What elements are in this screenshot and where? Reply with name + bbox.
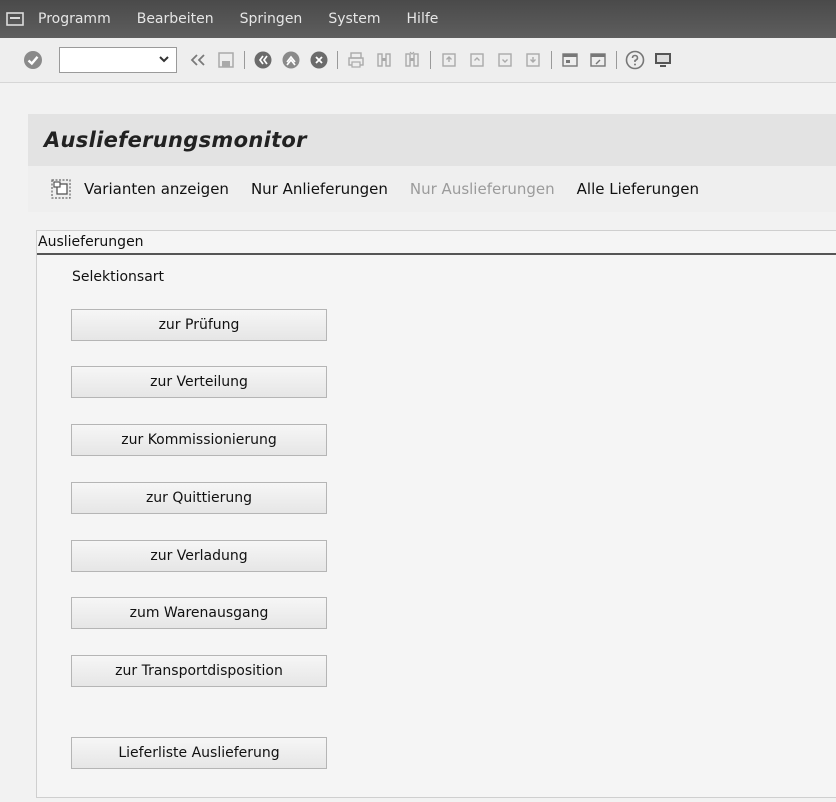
menu-bearbeiten[interactable]: Bearbeiten (137, 11, 214, 27)
zur-quittierung-button[interactable]: zur Quittierung (71, 482, 327, 514)
print-icon[interactable] (345, 49, 367, 71)
nur-anlieferungen-button[interactable]: Nur Anlieferungen (251, 180, 388, 198)
next-page-icon[interactable] (494, 49, 516, 71)
menu-hilfe[interactable]: Hilfe (407, 11, 439, 27)
enter-check-icon[interactable] (22, 49, 44, 71)
exit-icon[interactable] (280, 49, 302, 71)
toolbar-separator (244, 51, 245, 69)
varianten-anzeigen-button[interactable]: Varianten anzeigen (84, 180, 229, 198)
toolbar-separator (430, 51, 431, 69)
menu-programm[interactable]: Programm (38, 11, 111, 27)
back-double-arrow-icon[interactable] (187, 49, 209, 71)
toolbar-separator (616, 51, 617, 69)
find-icon[interactable] (373, 49, 395, 71)
menu-icon[interactable] (6, 12, 24, 26)
toolbar-separator (551, 51, 552, 69)
zur-pruefung-button[interactable]: zur Prüfung (71, 309, 327, 341)
frame-caption: Auslieferungen (37, 231, 836, 255)
save-icon[interactable] (215, 49, 237, 71)
help-icon[interactable] (624, 49, 646, 71)
standard-toolbar (0, 38, 836, 83)
menu-springen[interactable]: Springen (240, 11, 303, 27)
zur-verteilung-button[interactable]: zur Verteilung (71, 366, 327, 398)
menu-system[interactable]: System (328, 11, 380, 27)
alle-lieferungen-button[interactable]: Alle Lieferungen (577, 180, 699, 198)
shortcut-icon[interactable] (587, 49, 609, 71)
chevron-down-icon[interactable] (158, 53, 170, 69)
selektionsart-label: Selektionsart (72, 269, 165, 285)
toolbar-separator (337, 51, 338, 69)
command-field[interactable] (59, 47, 177, 73)
zum-warenausgang-button[interactable]: zum Warenausgang (71, 597, 327, 629)
command-input[interactable] (63, 49, 157, 73)
layout-icon[interactable] (652, 49, 674, 71)
variants-icon[interactable] (50, 178, 72, 200)
cancel-icon[interactable] (308, 49, 330, 71)
previous-page-icon[interactable] (466, 49, 488, 71)
nur-auslieferungen-button[interactable]: Nur Auslieferungen (410, 180, 555, 198)
lieferliste-auslieferung-button[interactable]: Lieferliste Auslieferung (71, 737, 327, 769)
auslieferungen-frame: Auslieferungen Selektionsart zur Prüfung… (36, 230, 836, 798)
menu-bar: Programm Bearbeiten Springen System Hilf… (0, 0, 836, 39)
title-bar: Auslieferungsmonitor (28, 118, 836, 162)
application-toolbar: Varianten anzeigen Nur Anlieferungen Nur… (28, 166, 836, 212)
zur-kommissionierung-button[interactable]: zur Kommissionierung (71, 424, 327, 456)
create-session-icon[interactable] (559, 49, 581, 71)
zur-transportdisposition-button[interactable]: zur Transportdisposition (71, 655, 327, 687)
last-page-icon[interactable] (522, 49, 544, 71)
first-page-icon[interactable] (438, 49, 460, 71)
back-icon[interactable] (252, 49, 274, 71)
zur-verladung-button[interactable]: zur Verladung (71, 540, 327, 572)
page-title: Auslieferungsmonitor (44, 128, 307, 152)
find-next-icon[interactable] (401, 49, 423, 71)
